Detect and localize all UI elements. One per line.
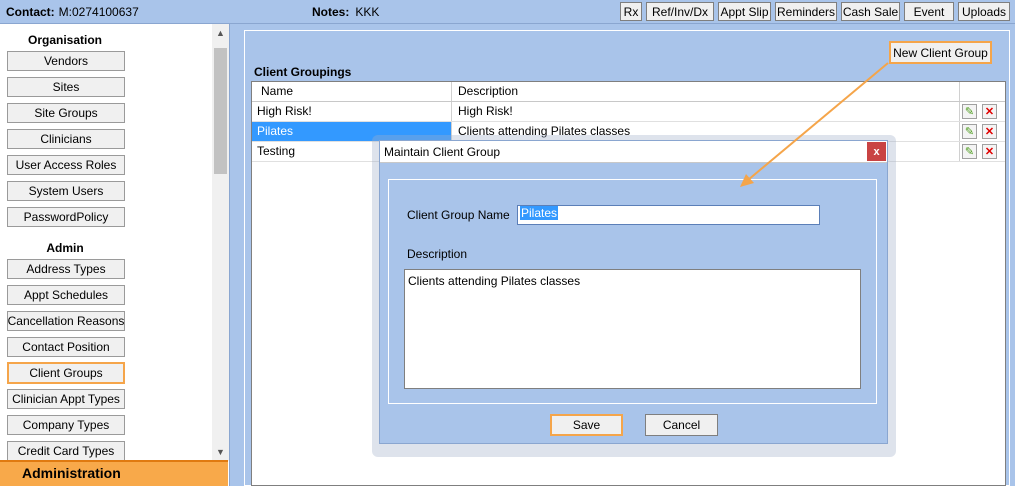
- sidebar-item-system-users[interactable]: System Users: [7, 181, 125, 201]
- save-button[interactable]: Save: [550, 414, 623, 436]
- sidebar-item-cancellation-reasons[interactable]: Cancellation Reasons: [7, 311, 125, 331]
- sidebar-item-contact-position[interactable]: Contact Position: [7, 337, 125, 357]
- ref-inv-dx-button[interactable]: Ref/Inv/Dx: [646, 2, 714, 21]
- sidebar-item-vendors[interactable]: Vendors: [7, 51, 125, 71]
- contact-value: M:0274100637: [58, 5, 139, 19]
- cash-sale-button[interactable]: Cash Sale: [841, 2, 900, 21]
- top-bar: Contact: M:0274100637 Notes: KKK Rx Ref/In…: [0, 0, 1015, 24]
- cancel-button[interactable]: Cancel: [645, 414, 718, 436]
- admin-heading: Admin: [46, 241, 84, 255]
- sidebar-item-password-policy[interactable]: PasswordPolicy: [7, 207, 125, 227]
- contact-info: Contact: M:0274100637: [6, 5, 139, 19]
- notes-value: KKK: [355, 5, 380, 19]
- delete-x-icon[interactable]: ✕: [982, 124, 997, 139]
- client-group-name-label: Client Group Name: [407, 208, 510, 222]
- appt-slip-button[interactable]: Appt Slip: [718, 2, 771, 21]
- maintain-client-group-dialog: Maintain Client Group x Client Group Nam…: [379, 140, 888, 444]
- client-group-name-input[interactable]: Pilates: [517, 205, 820, 225]
- dialog-titlebar[interactable]: Maintain Client Group x: [380, 141, 887, 163]
- column-header-name[interactable]: Name: [252, 82, 452, 101]
- uploads-button[interactable]: Uploads: [958, 2, 1010, 21]
- rx-button[interactable]: Rx: [620, 2, 642, 21]
- description-label: Description: [407, 247, 468, 261]
- table-row[interactable]: High Risk! High Risk! ✎ ✕: [252, 102, 1005, 122]
- pencil-icon[interactable]: ✎: [962, 124, 977, 139]
- sidebar-item-credit-card-types[interactable]: Credit Card Types: [7, 441, 125, 461]
- sidebar-item-clinicians[interactable]: Clinicians: [7, 129, 125, 149]
- close-icon[interactable]: x: [867, 142, 886, 161]
- scroll-up-icon[interactable]: ▲: [212, 24, 229, 41]
- sidebar-item-client-groups[interactable]: Client Groups: [7, 362, 125, 384]
- new-client-group-button[interactable]: New Client Group: [889, 41, 992, 64]
- sidebar: Organisation Vendors Sites Site Groups C…: [0, 24, 230, 486]
- scroll-thumb[interactable]: [214, 48, 227, 174]
- grid-title: Client Groupings: [254, 65, 352, 79]
- grid-header: Name Description: [252, 82, 1005, 102]
- organisation-heading: Organisation: [27, 33, 102, 47]
- reminders-button[interactable]: Reminders: [775, 2, 837, 21]
- sidebar-item-site-groups[interactable]: Site Groups: [7, 103, 125, 123]
- notes-info: Notes: KKK: [312, 5, 379, 19]
- sidebar-scrollbar[interactable]: ▲ ▼: [212, 24, 229, 461]
- selected-text: Pilates: [520, 206, 559, 220]
- administration-tab[interactable]: Administration: [0, 460, 228, 486]
- pencil-icon[interactable]: ✎: [962, 144, 977, 159]
- description-textarea[interactable]: Clients attending Pilates classes: [404, 269, 861, 389]
- sidebar-item-company-types[interactable]: Company Types: [7, 415, 125, 435]
- row-description[interactable]: High Risk!: [453, 102, 960, 121]
- delete-x-icon[interactable]: ✕: [982, 104, 997, 119]
- sidebar-item-clinician-appt-types[interactable]: Clinician Appt Types: [7, 389, 125, 409]
- sidebar-item-sites[interactable]: Sites: [7, 77, 125, 97]
- row-name[interactable]: High Risk!: [252, 102, 452, 121]
- column-header-description[interactable]: Description: [453, 82, 960, 101]
- dialog-title: Maintain Client Group: [384, 145, 501, 159]
- event-button[interactable]: Event: [904, 2, 954, 21]
- scroll-down-icon[interactable]: ▼: [212, 443, 229, 460]
- pencil-icon[interactable]: ✎: [962, 104, 977, 119]
- delete-x-icon[interactable]: ✕: [982, 144, 997, 159]
- sidebar-item-address-types[interactable]: Address Types: [7, 259, 125, 279]
- sidebar-item-user-access-roles[interactable]: User Access Roles: [7, 155, 125, 175]
- notes-label: Notes:: [312, 5, 350, 19]
- contact-label: Contact:: [6, 5, 55, 19]
- sidebar-item-appt-schedules[interactable]: Appt Schedules: [7, 285, 125, 305]
